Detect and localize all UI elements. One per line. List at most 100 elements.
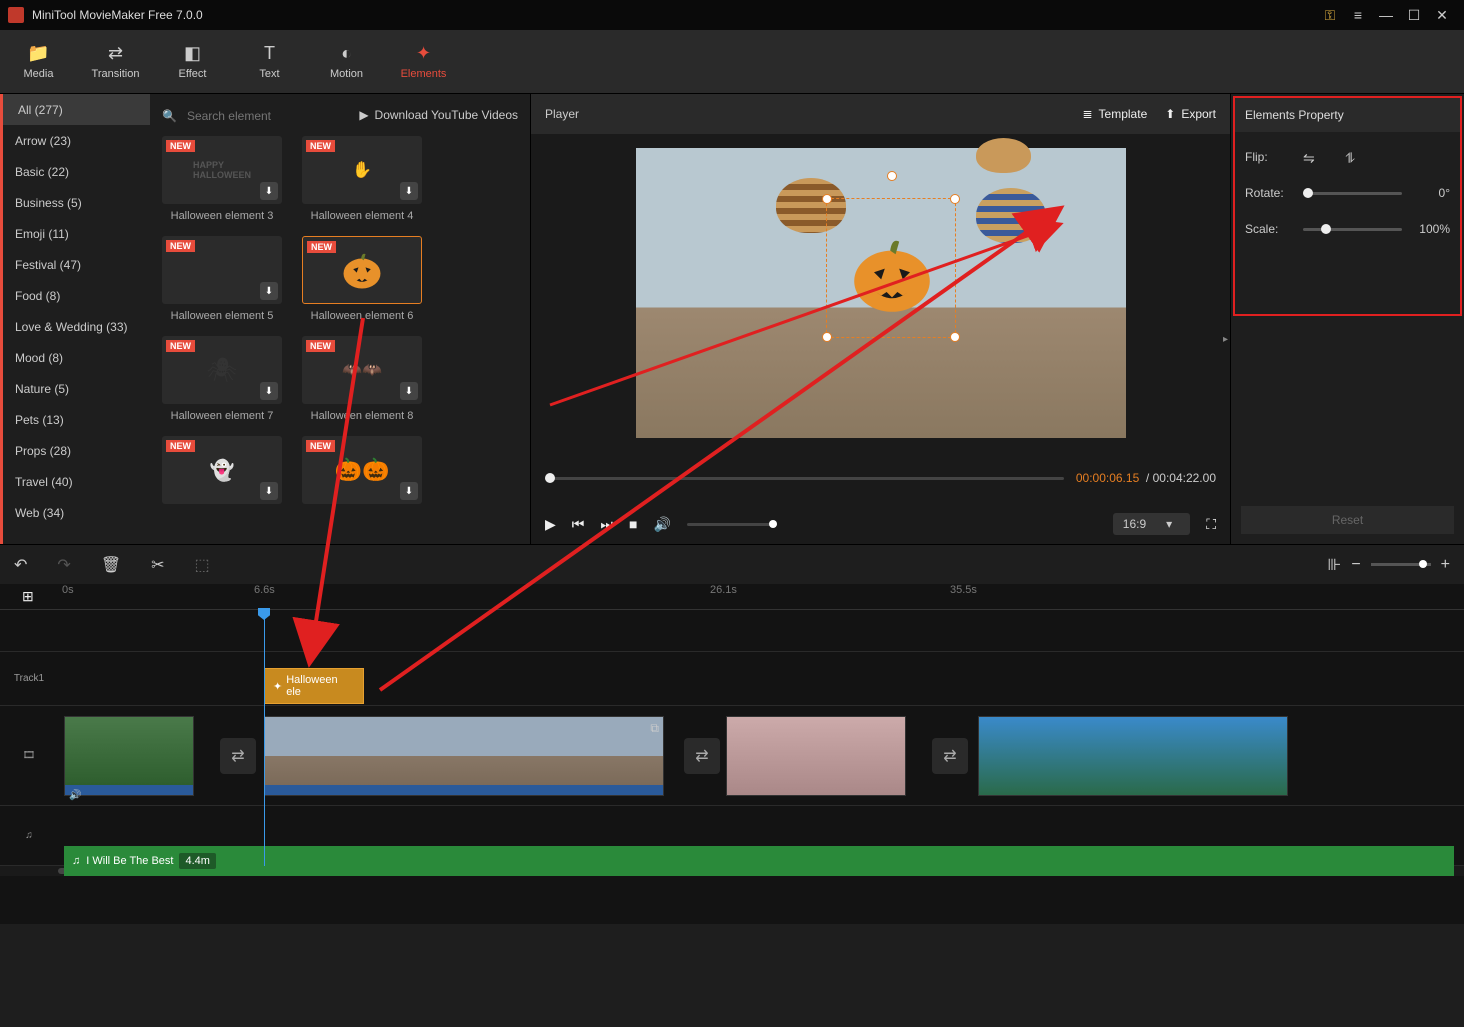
transition-marker[interactable]: ⇄ [932,738,968,774]
download-icon[interactable]: ⬇ [400,382,418,400]
redo-button[interactable]: ↷ [57,555,70,575]
delete-button[interactable]: 🗑 [101,555,121,575]
cat-food[interactable]: Food (8) [3,280,150,311]
rotate-slider[interactable] [1303,192,1402,195]
element-card[interactable]: NEW⬇Halloween element 5 [162,236,282,322]
selection-box[interactable] [826,198,956,338]
cat-arrow[interactable]: Arrow (23) [3,125,150,156]
scale-slider[interactable] [1303,228,1402,231]
pumpkin-icon [340,248,384,292]
tab-text[interactable]: TText [231,30,308,93]
element-card[interactable]: NEWHAPPYHALLOWEEN⬇Halloween element 3 [162,136,282,222]
cat-emoji[interactable]: Emoji (11) [3,218,150,249]
motion-icon: ◐ [341,43,352,64]
template-button[interactable]: ≣Template [1082,107,1147,121]
app-logo [8,7,24,23]
new-badge: NEW [166,240,195,252]
cat-all[interactable]: All (277) [0,94,150,125]
cat-pets[interactable]: Pets (13) [3,404,150,435]
undo-button[interactable]: ↶ [14,555,27,575]
audio-clip[interactable]: ♫I Will Be The Best4.4m [64,846,1454,876]
time-ruler[interactable]: ⊞ 0s 6.6s 26.1s 35.5s [0,584,1464,610]
video-clip[interactable]: 🔊 [64,716,194,796]
maximize-button[interactable]: ☐ [1400,1,1428,29]
tab-elements[interactable]: ✦Elements [385,30,462,93]
cat-web[interactable]: Web (34) [3,497,150,528]
minimize-button[interactable]: — [1372,1,1400,29]
zoom-out-button[interactable]: − [1351,556,1360,574]
cat-lovewedding[interactable]: Love & Wedding (33) [3,311,150,342]
crop-button[interactable]: ⬚ [195,555,210,575]
zoom-slider[interactable] [1371,563,1431,566]
volume-icon[interactable]: 🔊 [653,516,670,533]
cat-business[interactable]: Business (5) [3,187,150,218]
volume-slider[interactable] [687,523,777,526]
tab-transition[interactable]: ⇄Transition [77,30,154,93]
close-button[interactable]: ✕ [1428,1,1456,29]
titlebar: MiniTool MovieMaker Free 7.0.0 ⚿ ≡ — ☐ ✕ [0,0,1464,30]
search-input[interactable] [187,109,518,123]
element-card[interactable]: NEW✋⬇Halloween element 4 [302,136,422,222]
progress-slider[interactable] [545,477,1064,480]
video-clip[interactable] [978,716,1288,796]
cat-travel[interactable]: Travel (40) [3,466,150,497]
pumpkin-overlay[interactable] [847,229,937,319]
aspect-ratio-select[interactable]: 16:9▾ [1113,513,1190,535]
element-card[interactable]: NEW🕷⬇Halloween element 7 [162,336,282,422]
video-clip[interactable] [726,716,906,796]
elements-panel: All (277) Arrow (23) Basic (22) Business… [0,94,530,544]
export-button[interactable]: ⬆Export [1165,107,1216,121]
element-card-selected[interactable]: NEW Halloween element 6 [302,236,422,322]
add-track-button[interactable]: ⊞ [22,588,34,605]
tab-effect[interactable]: ◧Effect [154,30,231,93]
download-icon[interactable]: ⬇ [400,182,418,200]
download-icon[interactable]: ⬇ [400,482,418,500]
cat-festival[interactable]: Festival (47) [3,249,150,280]
playhead[interactable] [264,610,265,866]
player-panel: Player ≣Template ⬆Export 00:00:06.15 / 0… [530,94,1230,544]
cat-mood[interactable]: Mood (8) [3,342,150,373]
download-icon[interactable]: ⬇ [260,282,278,300]
play-button[interactable]: ▶ [545,516,556,533]
transition-marker[interactable]: ⇄ [220,738,256,774]
zoom-in-button[interactable]: + [1441,556,1450,574]
player-title: Player [545,107,1064,121]
tab-media[interactable]: 📁Media [0,30,77,93]
cat-basic[interactable]: Basic (22) [3,156,150,187]
split-button[interactable]: ✂ [151,555,164,575]
audio-track-icon: ♫ [0,830,58,841]
reset-button[interactable]: Reset [1241,506,1454,534]
properties-highlight-box: Elements Property Flip:⇋⥮ Rotate:0° Scal… [1233,96,1462,316]
scale-value: 100% [1412,222,1450,236]
transition-marker[interactable]: ⇄ [684,738,720,774]
element-clip[interactable]: ✦Halloween ele [264,668,364,704]
download-icon[interactable]: ⬇ [260,382,278,400]
next-frame-button[interactable]: ⏭ [600,516,613,533]
fit-zoom-button[interactable]: ⊪ [1327,555,1341,575]
template-icon: ≣ [1082,107,1092,121]
element-card[interactable]: NEW👻⬇ [162,436,282,504]
download-icon[interactable]: ⬇ [260,182,278,200]
cat-nature[interactable]: Nature (5) [3,373,150,404]
preview-area[interactable] [531,134,1230,452]
collapse-panel-button[interactable]: ▸ [1223,334,1228,345]
stop-button[interactable]: ■ [629,516,637,532]
elements-grid: 🔍 ▶Download YouTube Videos NEWHAPPYHALLO… [150,94,530,544]
export-icon: ⬆ [1165,107,1175,121]
clip-copy-icon[interactable]: ⧉ [650,721,659,736]
tab-motion[interactable]: ◐Motion [308,30,385,93]
download-icon[interactable]: ⬇ [260,482,278,500]
new-badge: NEW [306,340,335,352]
new-badge: NEW [166,140,195,152]
flip-horizontal-button[interactable]: ⇋ [1303,150,1323,164]
key-icon[interactable]: ⚿ [1316,1,1344,29]
element-card[interactable]: NEW🦇🦇⬇Halloween element 8 [302,336,422,422]
menu-icon[interactable]: ≡ [1344,1,1372,29]
video-clip[interactable]: ⧉ [264,716,664,796]
prev-frame-button[interactable]: ⏮ [572,516,585,533]
fullscreen-button[interactable]: ⛶ [1206,516,1216,533]
elements-icon: ✦ [416,43,431,64]
flip-vertical-button[interactable]: ⥮ [1345,150,1365,164]
element-card[interactable]: NEW🎃🎃⬇ [302,436,422,504]
cat-props[interactable]: Props (28) [3,435,150,466]
